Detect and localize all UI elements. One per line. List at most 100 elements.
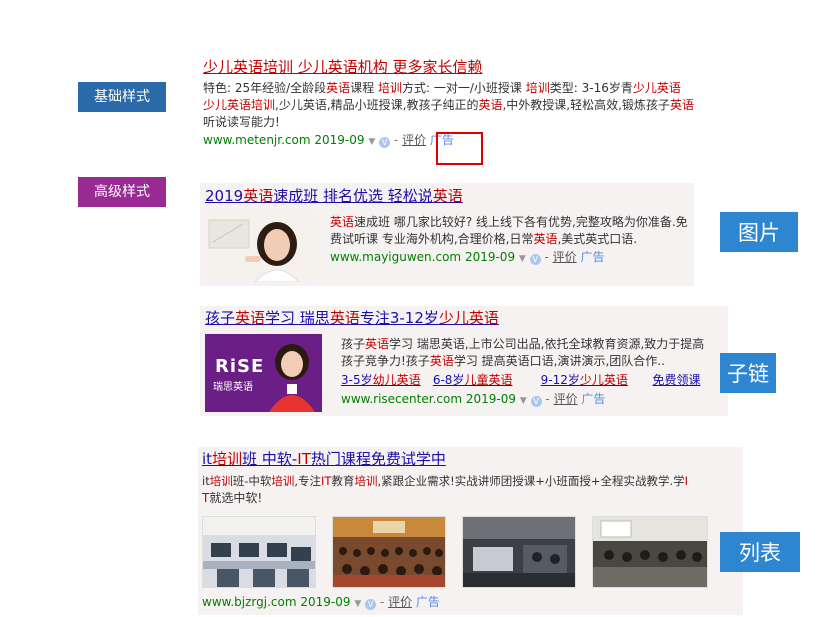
sublink-2[interactable]: 9-12岁少儿英语 [541,372,649,389]
sublink-3[interactable]: 免费领课 [652,373,700,387]
highlight-text: 英语 [432,187,463,205]
ad-label: 广告 [581,392,606,406]
image-style-label: 图片 [720,212,798,252]
text-segment: 教育 [331,474,355,488]
highlight-text: 英语 [326,81,351,95]
highlight-text: 英语 [243,187,274,205]
result-thumbnail[interactable]: RiSE 瑞思英语 [205,334,322,412]
meeting-photo-icon [593,517,707,587]
verified-icon[interactable]: V [529,254,541,265]
highlight-text: 少儿英语 [438,309,499,327]
chevron-down-icon[interactable]: ▼ [519,254,526,264]
result-url[interactable]: www.risecenter.com [341,392,462,406]
result-desc-line: 少儿英语培训,少儿英语,精品小班授课,教孩子纯正的英语,中外教授课,轻松高效,锻… [203,97,733,114]
highlight-text: I [684,474,689,488]
text-segment: 学习 瑞思 [265,309,330,327]
list-image-2[interactable] [462,516,576,588]
result-desc-line: 费试听课 专业海外机构,合理价格,日常英语,美式英式口语. [330,231,637,248]
text-segment: ,紧跟企业需求!实战讲师团授课+小班面授+全程实战教学.学 [377,474,685,488]
result-url-line: www.bjzrgj.com 2019-09 ▼ V - 评价 广告 [202,595,440,610]
result-desc-line: it培训班-中软培训,专注IT教育培训,紧跟企业需求!实战讲师团授课+小班面授+… [202,473,688,490]
result-desc-line: 特色: 25年经验/全龄段英语课程 培训方式: 一对一/小班授课 培训类型: 3… [203,80,733,97]
result-thumbnail[interactable] [205,212,317,282]
text-segment: 热门课程免费试学中 [310,450,446,468]
result-date: 2019-09 [465,392,516,406]
highlight-text: IT [321,474,332,488]
highlight-text: 英语 [478,98,503,112]
training-room-photo-icon [463,517,575,587]
result-title[interactable]: 2019英语速成班 排名优选 轻松说英语 [205,187,463,206]
list-style-label: 列表 [720,532,800,572]
text-segment: 费试听课 专业海外机构,合理价格,日常 [330,232,534,246]
basic-style-tag: 基础样式 [78,82,166,112]
verified-icon[interactable]: V [379,137,391,148]
result-title[interactable]: it培训班 中软-IT热门课程免费试学中 [202,450,446,469]
verified-icon[interactable]: V [365,599,377,610]
review-link[interactable]: 评价 [388,595,412,609]
chevron-down-icon[interactable]: ▼ [368,137,375,147]
result-url-line: www.risecenter.com 2019-09 ▼ V - 评价 广告 [341,392,606,407]
person-photo-icon [205,212,317,282]
highlight-text: 英语 [533,232,558,246]
result-date: 2019-09 [464,250,516,264]
review-link[interactable]: 评价 [553,250,577,264]
result-url[interactable]: www.metenjr.com [203,133,311,147]
text-segment: 专注3-12岁 [359,309,439,327]
text-segment: 2019 [205,187,244,205]
advanced-style-tag: 高级样式 [78,177,166,207]
result-title[interactable]: 孩子英语学习 瑞思英语专注3-12岁少儿英语 [205,309,499,328]
highlight-text: 英语 [330,215,355,229]
text-segment: 学习 提高英语口语,演讲演示,团队合作.. [453,354,665,368]
highlight-text: 培训 [271,474,295,488]
highlight-text: 少儿英语 [632,81,681,95]
text-segment: 班-中软 [232,474,272,488]
highlight-text: 儿童英语 [464,373,513,387]
text-segment: 免费领课 [652,373,701,387]
review-link[interactable]: 评价 [554,392,578,406]
review-link[interactable]: 评价 [402,133,426,147]
result-desc-line: 孩子英语学习 瑞思英语,上市公司出品,依托全球教育资源,致力于提高 [341,336,704,353]
highlight-text: 少儿英语 [579,373,628,387]
result-url[interactable]: www.mayiguwen.com [330,250,461,264]
text-segment: 方式: 一对一/小班授课 [402,81,526,95]
ad-label: 广告 [415,595,440,609]
result-url[interactable]: www.bjzrgj.com [202,595,297,609]
classroom-photo-icon [203,517,315,587]
verified-icon[interactable]: V [530,396,542,407]
result-title[interactable]: 少儿英语培训 少儿英语机构 更多家长信赖 [203,58,733,77]
text-segment: it [202,474,210,488]
text-segment: 类型: 3-16岁青 [549,81,633,95]
text-segment: 速成班 哪几家比较好? 线上线下各有优势,完整攻略为你准备.免 [354,215,688,229]
highlight-text: 英语 [429,354,454,368]
highlight-text: 培训 [354,474,378,488]
result-desc-line: 听说读写能力! [203,115,280,129]
sublink-1[interactable]: 6-8岁儿童英语 [433,372,537,389]
ad-callout-box [436,132,483,165]
text-segment: 班 中软- [242,450,298,468]
list-image-3[interactable] [592,516,708,588]
ad-label: 广告 [580,250,605,264]
text-segment: 就选中软! [209,491,263,505]
result-desc-line: 英语速成班 哪几家比较好? 线上线下各有优势,完整攻略为你准备.免 [330,214,688,231]
highlight-text: 英语 [329,309,360,327]
text-segment: ,专注 [294,474,322,488]
chevron-down-icon[interactable]: ▼ [520,396,527,406]
result-desc-line: 孩子竞争力!孩子英语学习 提高英语口语,演讲演示,团队合作.. [341,353,665,370]
chevron-down-icon[interactable]: ▼ [354,599,361,609]
logo-text: RiSE [215,356,265,377]
text-segment: 孩子竞争力!孩子 [341,354,430,368]
highlight-text: 培训 [212,450,243,468]
result-date: 2019-09 [314,133,365,147]
list-image-1[interactable] [332,516,446,588]
child-photo-icon [269,344,315,412]
text-segment: 9-12岁 [540,373,580,387]
text-segment: 速成班 排名优选 轻松说 [273,187,433,205]
highlight-text: 英语 [365,337,390,351]
result-date: 2019-09 [300,595,351,609]
text-segment: 3-5岁 [341,373,373,387]
list-image-0[interactable] [202,516,316,588]
text-segment: 课程 [350,81,379,95]
highlight-text: 少儿英语培训 [203,98,276,112]
sublink-0[interactable]: 3-5岁幼儿英语 [341,372,429,389]
text-segment: it [202,450,213,468]
